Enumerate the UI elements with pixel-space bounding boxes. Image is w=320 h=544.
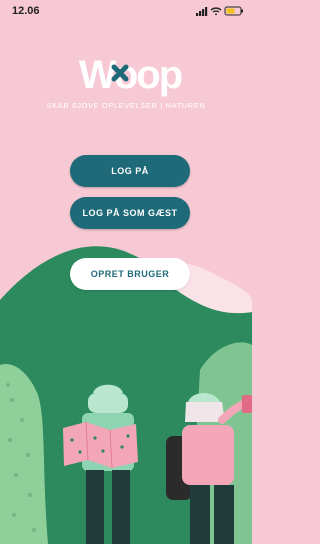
battery-icon	[224, 6, 243, 16]
create-user-button[interactable]: OPRET BRUGER	[70, 258, 190, 290]
login-button-label: LOG PÅ	[111, 166, 149, 176]
create-user-button-label: OPRET BRUGER	[90, 269, 170, 279]
signal-icon	[196, 7, 208, 16]
status-bar: 12.06	[0, 0, 252, 24]
status-time: 12.06	[12, 5, 40, 17]
woop-logo: Woop	[79, 53, 184, 97]
status-icons	[196, 5, 244, 17]
login-button[interactable]: LOG PÅ	[70, 155, 190, 187]
guest-login-button-label: LOG PÅ SOM GÆST	[82, 208, 178, 218]
guest-login-button[interactable]: LOG PÅ SOM GÆST	[70, 197, 190, 229]
svg-text:Woop: Woop	[79, 53, 182, 97]
wifi-icon	[210, 7, 222, 16]
tagline: SKAB SJOVE OPLEVELSER I NATUREN	[46, 101, 206, 110]
